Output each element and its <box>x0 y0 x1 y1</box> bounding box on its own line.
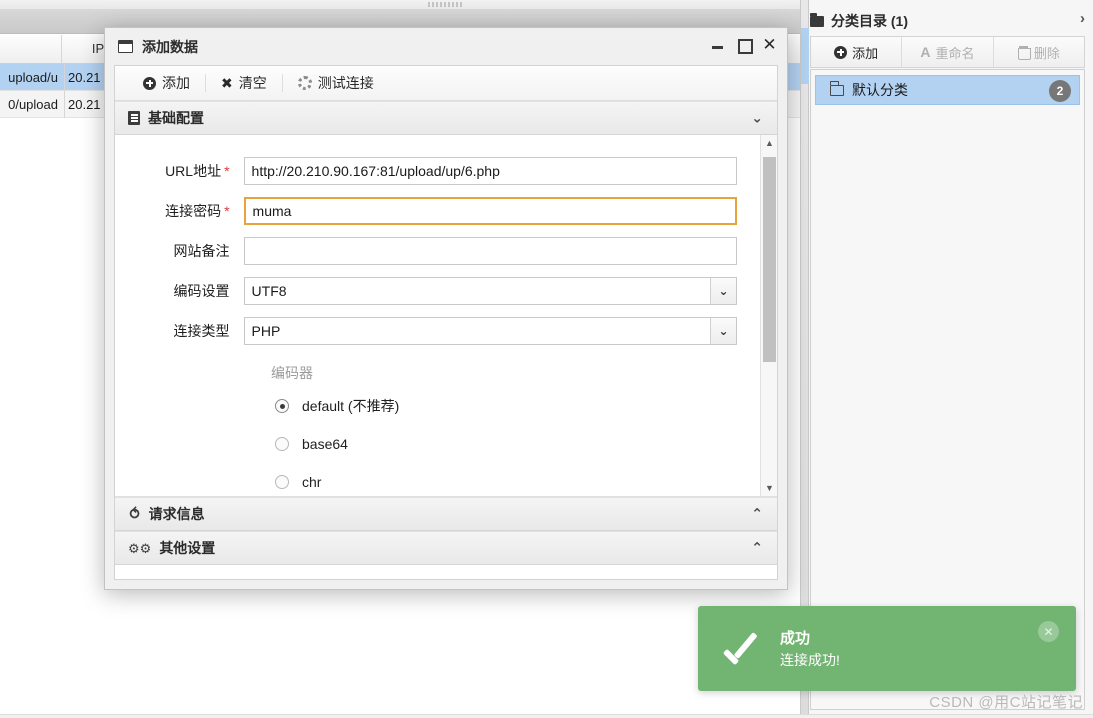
window-controls: ✕ <box>710 36 777 54</box>
category-item-label: 默认分类 <box>852 82 908 98</box>
sidebar-header-title: 分类目录 (1) <box>831 13 908 29</box>
table-cell-path: 0/upload <box>8 97 58 112</box>
dialog-title: 添加数据 <box>142 38 198 55</box>
table-header-cell-path[interactable] <box>0 35 62 63</box>
encoding-select[interactable]: UTF8 <box>243 277 737 305</box>
form-row-encoding: 编码设置 UTF8 ⌄ <box>145 277 737 305</box>
remark-input[interactable] <box>243 237 737 265</box>
radio-icon[interactable] <box>275 475 289 489</box>
radio-icon[interactable] <box>275 437 289 451</box>
sidebar-header: 分类目录 (1) <box>810 6 1085 36</box>
background-window-grip <box>0 0 800 10</box>
clear-button[interactable]: ✖ 清空 <box>206 71 282 95</box>
folder-icon <box>810 12 824 27</box>
chevron-down-icon[interactable]: ⌄ <box>710 278 736 304</box>
connection-type-select[interactable]: PHP <box>243 317 737 345</box>
x-icon: ✖ <box>221 75 233 91</box>
encoder-group-label: 编码器 <box>271 365 313 381</box>
window-bottom-edge <box>0 714 1093 718</box>
password-input[interactable] <box>243 197 737 225</box>
label-url: URL地址 * <box>165 163 230 179</box>
document-icon <box>128 111 140 125</box>
chevron-down-icon[interactable]: ⌄ <box>710 318 736 344</box>
section-header-basic-config[interactable]: 基础配置 ⌄ <box>115 101 777 135</box>
add-data-dialog: 添加数据 ✕ 添加 ✖ 清空 测试连接 基础配置 ⌄ URL地址 * http:… <box>104 27 788 590</box>
dialog-title-bar[interactable]: 添加数据 ✕ <box>105 28 787 65</box>
scrollbar-thumb[interactable] <box>763 157 776 362</box>
test-connection-button[interactable]: 测试连接 <box>283 71 389 95</box>
sidebar-rename-button[interactable]: A 重命名 <box>901 37 992 67</box>
form-row-url: URL地址 * <box>145 157 737 185</box>
plus-circle-icon <box>834 45 848 59</box>
scroll-down-icon[interactable]: ▼ <box>761 480 777 496</box>
success-toast: 成功 连接成功! ✕ <box>698 606 1076 691</box>
drag-grip-icon[interactable] <box>428 2 464 7</box>
section-title-request-info: 请求信息 <box>148 506 205 522</box>
minimize-button[interactable] <box>710 37 725 52</box>
sidebar-delete-label: 删除 <box>1033 45 1060 61</box>
form-row-conn-type: 连接类型 PHP ⌄ <box>145 317 737 345</box>
trash-icon <box>1017 46 1031 60</box>
maximize-button[interactable] <box>736 37 753 54</box>
label-conn-type: 连接类型 <box>173 323 230 339</box>
encoder-option-label: base64 <box>302 436 348 452</box>
folder-outline-icon <box>829 81 844 96</box>
toast-text: 成功 连接成功! <box>780 627 840 670</box>
chevron-up-icon[interactable]: ⌃ <box>751 540 763 557</box>
sidebar-add-button[interactable]: 添加 <box>811 37 901 67</box>
add-button[interactable]: 添加 <box>128 71 205 95</box>
form-row-password: 连接密码 * <box>145 197 737 225</box>
category-count-badge: 2 <box>1049 80 1071 102</box>
url-input[interactable] <box>243 157 737 185</box>
refresh-icon: ⥁ <box>128 505 141 523</box>
add-button-label: 添加 <box>162 75 190 91</box>
spinner-icon <box>297 76 312 90</box>
screen-root: IP地 upload/u 20.21 0/upload 20.21 分类目录 (… <box>0 0 1093 718</box>
plus-circle-icon <box>143 76 156 90</box>
basic-config-form: URL地址* 连接密码* 网站备注 <box>115 135 777 497</box>
encoder-option-default[interactable]: default (不推荐) <box>275 387 737 425</box>
close-icon[interactable]: ✕ <box>1038 621 1059 642</box>
table-cell-path: upload/u <box>8 70 58 85</box>
chevron-down-icon[interactable]: ⌄ <box>751 110 763 127</box>
section-title-other-settings: 其他设置 <box>159 540 216 556</box>
list-item[interactable]: 默认分类 2 <box>815 75 1080 105</box>
clear-button-label: 清空 <box>238 75 267 91</box>
encoder-option-base64[interactable]: base64 <box>275 425 737 463</box>
gears-icon: ⚙⚙ <box>128 540 152 556</box>
test-connection-label: 测试连接 <box>317 75 374 91</box>
section-title-basic-config: 基础配置 <box>148 110 204 126</box>
section-header-request-info[interactable]: ⥁ 请求信息 ⌃ <box>115 497 777 531</box>
label-remark: 网站备注 <box>173 243 230 259</box>
required-marker: * <box>224 163 230 179</box>
chevron-right-icon[interactable]: › <box>1080 10 1085 27</box>
dialog-toolbar: 添加 ✖ 清空 测试连接 <box>115 66 777 101</box>
label-encoding: 编码设置 <box>173 283 230 299</box>
close-button[interactable]: ✕ <box>762 36 777 53</box>
toast-title: 成功 <box>780 630 811 647</box>
form-scrollbar[interactable]: ▲ ▼ <box>760 135 777 496</box>
section-header-other-settings[interactable]: ⚙⚙ 其他设置 ⌃ <box>115 531 777 565</box>
sidebar-rename-label: 重命名 <box>935 45 975 61</box>
dialog-body: 添加 ✖ 清空 测试连接 基础配置 ⌄ URL地址 * http://20.21… <box>114 65 778 580</box>
sidebar-toolbar: 添加 A 重命名 删除 <box>810 36 1085 68</box>
sidebar-rail-selection <box>801 28 809 84</box>
sidebar-add-label: 添加 <box>852 45 879 61</box>
encoder-option-label: chr <box>302 474 322 490</box>
window-icon <box>118 40 133 53</box>
chevron-up-icon[interactable]: ⌃ <box>751 506 763 523</box>
required-marker: * <box>224 203 230 219</box>
radio-icon-selected[interactable] <box>275 399 289 413</box>
check-icon <box>722 629 762 669</box>
toast-message: 连接成功! <box>780 652 840 668</box>
encoder-option-label: default (不推荐) <box>302 398 400 414</box>
label-password: 连接密码 * <box>165 203 230 219</box>
rename-A-icon: A <box>920 44 931 60</box>
watermark: CSDN @用C站记笔记 <box>929 694 1083 711</box>
encoder-option-chr[interactable]: chr <box>275 463 737 496</box>
sidebar-delete-button[interactable]: 删除 <box>992 37 1084 67</box>
form-row-remark: 网站备注 <box>145 237 737 265</box>
scroll-up-icon[interactable]: ▲ <box>761 135 777 151</box>
